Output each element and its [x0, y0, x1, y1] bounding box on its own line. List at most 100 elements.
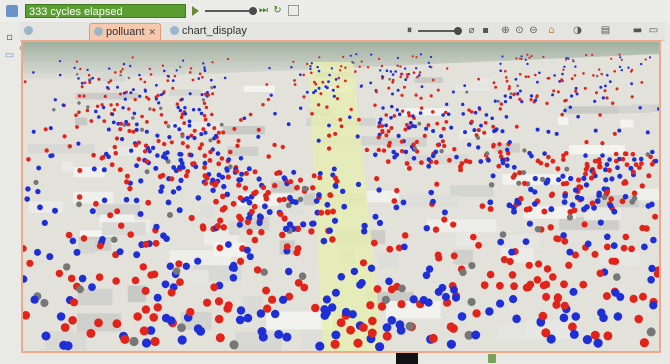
tab-city-display[interactable]: city_display	[20, 23, 90, 54]
agent-dot	[248, 208, 255, 215]
agent-dot	[561, 157, 566, 162]
agent-dot	[542, 55, 545, 59]
agent-dot	[472, 309, 481, 318]
agent-dot	[607, 167, 612, 173]
step-slider-knob[interactable]	[249, 7, 257, 15]
agent-dot	[220, 193, 226, 200]
simulation-3d-view[interactable]	[21, 40, 661, 353]
agent-dot	[341, 307, 351, 317]
agent-dot	[551, 93, 555, 97]
agent-dot	[77, 101, 81, 105]
agent-dot	[418, 71, 422, 74]
camera-icon[interactable]: ▪	[480, 25, 491, 36]
console-icon[interactable]: ▭	[4, 50, 15, 61]
layout-icon[interactable]	[288, 5, 299, 16]
agent-dot	[422, 133, 427, 138]
agent-dot	[44, 148, 49, 153]
agent-dot	[640, 62, 643, 66]
tab-polluant[interactable]: polluant ✕	[89, 23, 161, 40]
agent-dot	[419, 96, 423, 100]
agent-dot	[115, 102, 119, 107]
display-icon	[24, 26, 33, 35]
zoom-fit-icon[interactable]: ⊙	[514, 25, 525, 36]
agent-dot	[553, 235, 560, 242]
tab-chart-display[interactable]: chart_display	[166, 23, 250, 40]
agent-dot	[591, 53, 594, 56]
agent-dot	[504, 115, 509, 119]
agent-dot	[232, 126, 237, 131]
agent-dot	[573, 74, 577, 77]
overlay-icon[interactable]: ◑	[572, 25, 583, 36]
reload-icon[interactable]: ↻	[272, 5, 283, 16]
agent-dot	[56, 312, 66, 321]
agent-dot	[493, 99, 497, 103]
agent-dot	[48, 126, 53, 131]
agent-dot	[138, 178, 144, 184]
zoom-out-icon[interactable]: ⊖	[528, 25, 539, 36]
agent-dot	[490, 116, 495, 121]
agent-dot	[328, 73, 331, 77]
monitor-icon[interactable]	[6, 5, 18, 17]
agent-dot	[306, 62, 309, 66]
agent-dot	[514, 124, 519, 129]
agent-dot	[265, 189, 271, 196]
play-icon[interactable]	[192, 6, 199, 16]
agent-dot	[417, 121, 422, 126]
agent-dot	[96, 242, 104, 250]
agent-dot	[561, 237, 569, 245]
agent-dot	[210, 112, 214, 117]
agent-dot	[599, 85, 603, 89]
agent-dot	[236, 182, 242, 188]
right-sidebar	[661, 22, 670, 352]
agent-dot	[310, 185, 316, 191]
agent-dot	[588, 175, 595, 181]
pause-icon[interactable]: ⏸	[404, 25, 415, 36]
agent-dot	[447, 157, 452, 163]
agent-dot	[534, 73, 537, 77]
agent-dot	[596, 190, 602, 197]
agent-dot	[268, 66, 271, 70]
agent-dot	[41, 331, 51, 341]
agent-dot	[106, 127, 111, 132]
step-slider-track[interactable]	[205, 10, 255, 12]
agent-dot	[138, 73, 141, 77]
maximize-icon[interactable]: ▭	[648, 25, 659, 36]
trash-icon[interactable]	[488, 354, 496, 363]
agent-dot	[491, 144, 496, 149]
building-block	[100, 75, 126, 82]
agent-dot	[178, 108, 183, 113]
agent-dot	[101, 167, 107, 173]
zoom-in-icon[interactable]: ⊕	[500, 25, 511, 36]
close-icon[interactable]: ✕	[149, 27, 157, 37]
speed-slider-track[interactable]	[418, 30, 458, 32]
home-icon[interactable]: ⌂	[546, 25, 557, 36]
agent-dot	[585, 54, 588, 57]
agent-dot	[152, 108, 156, 112]
agent-dot	[202, 153, 208, 158]
snapshot-icon[interactable]: ⌀	[466, 25, 477, 36]
agent-dot	[213, 198, 219, 205]
step-icon[interactable]: ⏭	[258, 5, 269, 16]
agent-dot	[77, 77, 80, 80]
building-block	[169, 89, 201, 96]
agent-dot	[197, 77, 201, 80]
agent-dot	[67, 144, 72, 149]
agent-dot	[595, 91, 598, 95]
agent-dot	[336, 318, 346, 328]
agent-dot	[265, 83, 269, 86]
agent-dot	[522, 238, 530, 246]
agent-dot	[132, 111, 137, 116]
agent-dot	[163, 69, 166, 73]
agent-dot	[111, 120, 116, 125]
agent-dot	[310, 71, 313, 75]
restore-icon[interactable]: ▫	[4, 32, 15, 43]
agent-dot	[470, 119, 474, 124]
minimize-icon[interactable]: ▬	[632, 25, 643, 36]
agent-dot	[263, 304, 272, 313]
speed-slider-knob[interactable]	[454, 27, 462, 35]
layers-icon[interactable]: ▤	[600, 25, 611, 36]
agent-dot	[385, 277, 393, 286]
agent-dot	[65, 231, 73, 239]
agent-dot	[133, 251, 141, 259]
agent-dot	[316, 138, 321, 143]
